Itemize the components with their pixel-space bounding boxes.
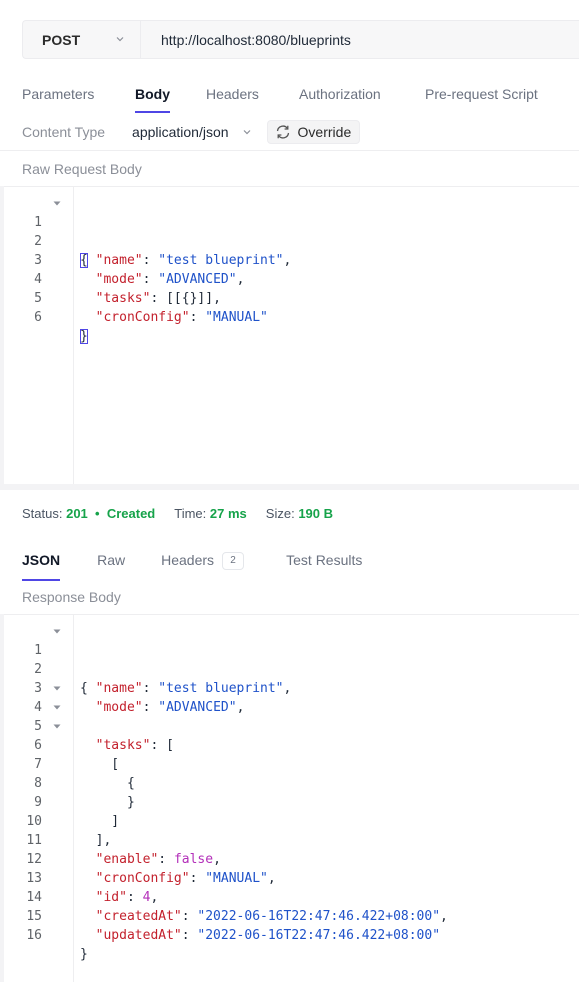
code-line: 7 — [0, 736, 579, 772]
line-number: 16 — [26, 928, 42, 943]
divider — [0, 150, 579, 151]
request-body-editor[interactable]: 1 { 2 "name": "test blueprint", 3 "mode"… — [0, 186, 579, 484]
code-text: "updatedAt": "2022-06-16T22:47:46.422+08… — [95, 928, 441, 943]
code-text: } — [80, 327, 88, 346]
code-line: 1 { — [0, 622, 579, 696]
status-row: Status: 201 • Created Time: 27 ms Size: … — [22, 506, 333, 521]
chevron-down-icon — [243, 130, 250, 135]
code-line: 3 "mode": "ADVANCED", — [0, 232, 579, 287]
response-body-viewer[interactable]: 1 { 2 "name": "test blueprint", 3 "mode"… — [0, 614, 579, 982]
status-label: Status: — [22, 506, 63, 521]
code-line: 13 "id": 4, — [0, 850, 579, 905]
code-line: 11 "enable": false, — [0, 812, 579, 867]
content-type-value: application/json — [132, 124, 229, 140]
brace-close: } — [80, 329, 88, 344]
tab-parameters[interactable]: Parameters — [22, 86, 135, 102]
content-type-select[interactable]: application/json — [132, 124, 253, 140]
code-line: 14 "createdAt": "2022-06-16T22:47:46.422… — [0, 869, 579, 924]
code-line: 4 "tasks": [ — [0, 679, 579, 753]
tab-headers[interactable]: Headers — [206, 86, 299, 102]
code-text: "cronConfig": "MANUAL" — [95, 310, 268, 325]
request-tabs: Parameters Body Headers Authorization Pr… — [22, 86, 538, 113]
response-body-title: Response Body — [22, 589, 121, 605]
status-code: 201 — [66, 506, 88, 521]
size-label: Size: — [265, 506, 295, 521]
code-text: } — [80, 947, 88, 962]
tab-raw[interactable]: Raw — [97, 552, 161, 570]
time-value: 27 ms — [209, 506, 247, 521]
tab-body[interactable]: Body — [135, 86, 170, 113]
code-line: 2 "name": "test blueprint", — [0, 641, 579, 696]
code-line: 5 "cronConfig": "MANUAL" — [0, 270, 579, 325]
code-line: 10 ], — [0, 793, 579, 848]
tab-pre-request-script[interactable]: Pre-request Script — [425, 86, 538, 102]
status-text: Created — [106, 506, 156, 521]
content-type-label: Content Type — [22, 124, 106, 140]
override-label: Override — [297, 124, 352, 140]
tab-json[interactable]: JSON — [22, 552, 61, 582]
fold-arrow-icon[interactable] — [53, 686, 61, 691]
headers-count-badge: 2 — [222, 552, 245, 571]
code-line: 3 "mode": "ADVANCED", — [0, 660, 579, 715]
content-type-row: Content Type application/json Override — [22, 120, 361, 144]
code-line: 16 } — [0, 907, 579, 962]
fold-arrow-icon[interactable] — [53, 705, 61, 710]
code-line: 8 } — [0, 755, 579, 810]
code-line: 6 } — [0, 289, 579, 344]
method-select[interactable]: POST — [23, 21, 141, 58]
size-value: 190 B — [298, 506, 334, 521]
chevron-down-icon — [116, 37, 124, 42]
code-line: 9 ] — [0, 774, 579, 829]
fold-arrow-icon[interactable] — [53, 201, 61, 206]
code-line: 1 { — [0, 194, 579, 268]
fold-arrow-icon[interactable] — [53, 724, 61, 729]
override-button[interactable]: Override — [266, 120, 361, 144]
code-line: 2 "name": "test blueprint", — [0, 213, 579, 268]
code-line: 15 "updatedAt": "2022-06-16T22:47:46.422… — [0, 888, 579, 943]
time-label: Time: — [174, 506, 207, 521]
code-line: 5 [ — [0, 698, 579, 772]
tab-headers-label: Headers — [161, 552, 215, 568]
refresh-icon — [276, 125, 289, 139]
code-line: 12 "cronConfig": "MANUAL", — [0, 831, 579, 886]
tab-authorization[interactable]: Authorization — [299, 86, 425, 102]
fold-arrow-icon[interactable] — [53, 629, 61, 634]
url-input[interactable]: http://localhost:8080/blueprints — [141, 32, 351, 48]
tab-response-headers[interactable]: Headers 2 — [161, 552, 286, 571]
code-line: 6 { — [0, 717, 579, 791]
line-number: 6 — [34, 310, 42, 325]
tab-test-results[interactable]: Test Results — [286, 552, 362, 570]
method-label: POST — [42, 31, 81, 48]
raw-request-body-title: Raw Request Body — [22, 161, 142, 177]
response-tabs: JSON Raw Headers 2 Test Results — [22, 552, 362, 582]
url-bar: POST http://localhost:8080/blueprints — [22, 20, 579, 59]
code-line: 4 "tasks": [[{}]], — [0, 251, 579, 306]
status-bullet: • — [95, 506, 100, 521]
pane-divider[interactable] — [0, 484, 579, 490]
